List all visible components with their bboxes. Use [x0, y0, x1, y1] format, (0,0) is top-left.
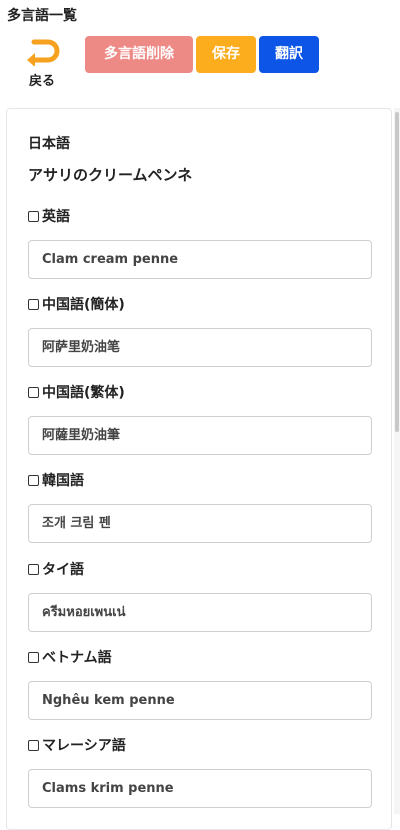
undo-arrow-icon	[22, 38, 62, 66]
source-text: アサリのクリームペンネ	[28, 166, 193, 184]
thai-checkbox[interactable]	[28, 563, 39, 575]
language-label: 韓国語	[42, 473, 84, 489]
language-row-korean: 韓国語 조개 크림 펜	[28, 470, 372, 543]
korean-translation-field[interactable]: 조개 크림 펜	[28, 504, 372, 543]
chinese-simplified-checkbox[interactable]	[28, 298, 39, 310]
chinese-traditional-translation-field[interactable]: 阿薩里奶油筆	[28, 416, 372, 455]
malay-checkbox[interactable]	[28, 739, 39, 751]
page-title: 多言語一覧	[7, 8, 77, 24]
chinese-traditional-checkbox[interactable]	[28, 386, 39, 398]
vietnamese-translation-field[interactable]: Nghêu kem penne	[28, 681, 372, 720]
thai-translation-field[interactable]: ครีมหอยเพนเน่	[28, 593, 372, 632]
language-label: ベトナム語	[42, 650, 112, 666]
korean-checkbox[interactable]	[28, 474, 39, 486]
chinese-simplified-translation-field[interactable]: 阿萨里奶油笔	[28, 328, 372, 367]
vietnamese-checkbox[interactable]	[28, 651, 39, 663]
language-row-malay: マレーシア語 Clams krim penne	[28, 735, 372, 808]
language-row-chinese-traditional: 中国語(繁体) 阿薩里奶油筆	[28, 382, 372, 455]
delete-languages-button[interactable]: 多言語削除	[85, 36, 193, 73]
translate-button[interactable]: 翻訳	[259, 36, 319, 73]
language-label: マレーシア語	[42, 738, 126, 754]
language-row-chinese-simplified: 中国語(簡体) 阿萨里奶油笔	[28, 294, 372, 367]
back-label: 戻る	[28, 74, 55, 89]
language-row-english: 英語 Clam cream penne	[28, 206, 372, 279]
language-row-vietnamese: ベトナム語 Nghêu kem penne	[28, 647, 372, 720]
back-button[interactable]: 戻る	[22, 38, 62, 98]
malay-translation-field[interactable]: Clams krim penne	[28, 769, 372, 808]
english-checkbox[interactable]	[28, 210, 39, 222]
english-translation-field[interactable]: Clam cream penne	[28, 240, 372, 279]
save-button[interactable]: 保存	[196, 36, 256, 73]
language-label: 中国語(簡体)	[42, 297, 125, 313]
scrollbar-thumb[interactable]	[395, 112, 399, 432]
language-label: タイ語	[42, 562, 84, 578]
source-language-label: 日本語	[28, 136, 70, 152]
language-label: 英語	[42, 209, 70, 225]
language-row-thai: タイ語 ครีมหอยเพนเน่	[28, 559, 372, 632]
language-label: 中国語(繁体)	[42, 385, 125, 401]
